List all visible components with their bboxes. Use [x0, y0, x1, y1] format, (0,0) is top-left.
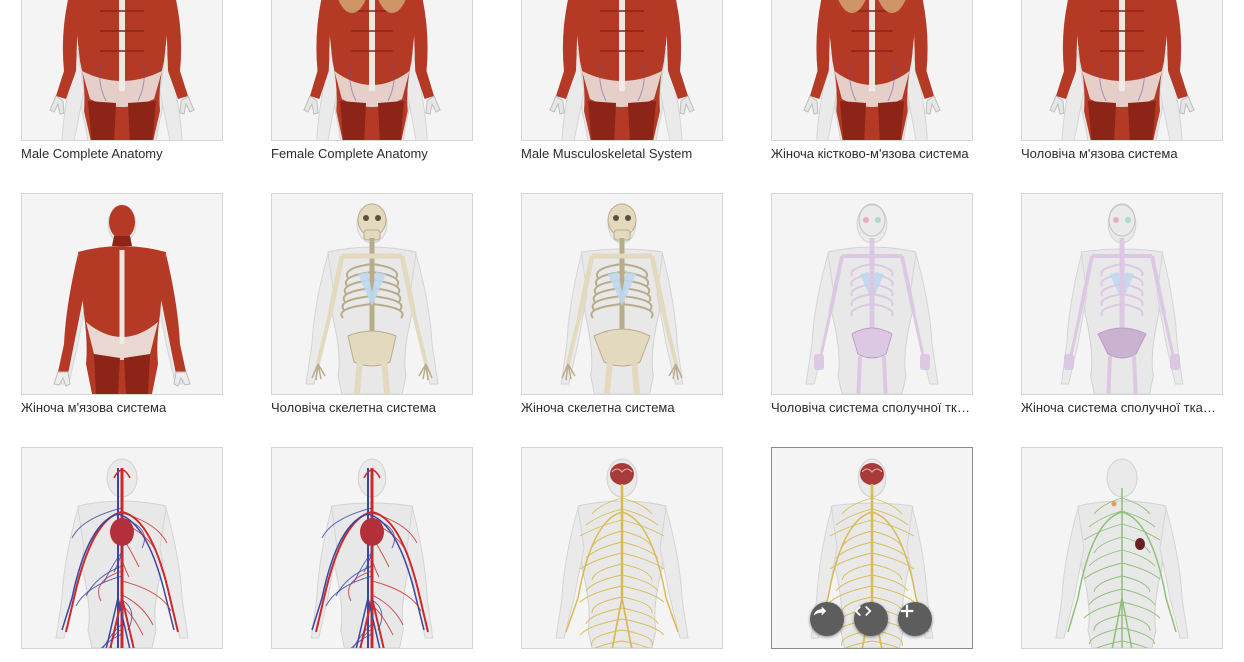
hover-actions	[810, 602, 936, 636]
model-female-nervous-card[interactable]	[771, 0, 973, 662]
model-preview-image	[310, 458, 434, 648]
model-thumbnail[interactable]	[771, 447, 973, 649]
model-female-cardiovascular-card[interactable]	[271, 0, 473, 662]
model-male-cardiovascular-card[interactable]	[21, 0, 223, 662]
model-thumbnail[interactable]	[521, 447, 723, 649]
share-button[interactable]	[810, 602, 844, 636]
model-male-nervous-card[interactable]	[521, 0, 723, 662]
model-preview-image	[1055, 458, 1189, 648]
model-lymphatic-card[interactable]	[1021, 0, 1223, 662]
share-icon	[813, 606, 827, 616]
model-preview-image	[555, 458, 689, 648]
add-button[interactable]	[898, 602, 932, 636]
model-gallery: Male Complete Anatomy Female Complete An…	[0, 0, 1244, 662]
model-thumbnail[interactable]	[1021, 447, 1223, 649]
model-thumbnail[interactable]	[271, 447, 473, 649]
plus-icon	[900, 604, 914, 618]
embed-button[interactable]	[854, 602, 888, 636]
model-preview-image	[55, 458, 189, 648]
code-icon	[854, 605, 872, 617]
model-thumbnail[interactable]	[21, 447, 223, 649]
